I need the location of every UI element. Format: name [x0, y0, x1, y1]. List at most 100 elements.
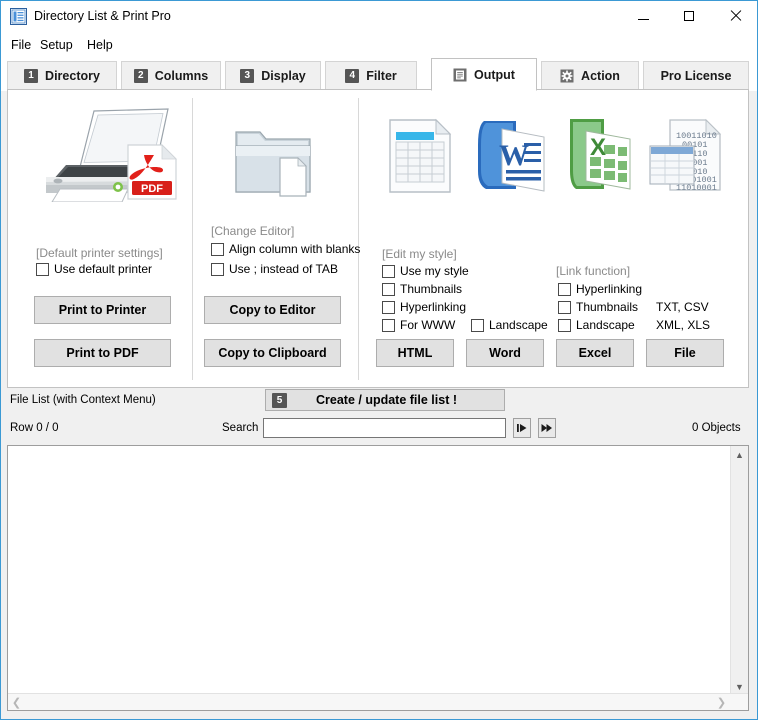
gear-icon: [560, 69, 574, 83]
tab-output[interactable]: Output: [431, 58, 537, 91]
menu-item-file[interactable]: File: [6, 37, 36, 53]
checkbox-label: Thumbnails: [576, 300, 638, 314]
objects-counter: 0 Objects: [692, 422, 741, 434]
minimize-button[interactable]: [621, 1, 666, 31]
word-button[interactable]: Word: [466, 339, 544, 367]
checkbox-landscape-word[interactable]: Landscape: [471, 318, 548, 332]
checkbox-label: Hyperlinking: [400, 300, 466, 314]
checkbox-align-column-with-blanks[interactable]: Align column with blanks: [211, 242, 360, 256]
vertical-scrollbar[interactable]: ▲ ▼: [730, 446, 748, 695]
checkbox-box[interactable]: [382, 265, 395, 278]
output-tab-panel: PDF [Default printer settings] Use defau…: [7, 89, 749, 388]
default-printer-settings-label: [Default printer settings]: [36, 246, 163, 260]
checkbox-use-my-style[interactable]: Use my style: [382, 264, 469, 278]
excel-icon[interactable]: X: [564, 115, 634, 198]
print-to-printer-button[interactable]: Print to Printer: [34, 296, 171, 324]
file-list-area[interactable]: ▲ ▼ ❮ ❯: [7, 445, 749, 711]
copy-to-editor-button[interactable]: Copy to Editor: [204, 296, 341, 324]
print-to-pdf-button[interactable]: Print to PDF: [34, 339, 171, 367]
edit-my-style-label[interactable]: [Edit my style]: [382, 247, 457, 261]
checkbox-box[interactable]: [382, 319, 395, 332]
row-counter: Row 0 / 0: [10, 422, 59, 434]
button-label: Copy to Clipboard: [218, 346, 326, 360]
svg-text:PDF: PDF: [141, 183, 163, 195]
checkbox-label: Landscape: [576, 318, 635, 332]
search-next-button[interactable]: [513, 418, 531, 438]
excel-button[interactable]: Excel: [556, 339, 634, 367]
create-update-file-list-button[interactable]: 5 Create / update file list !: [265, 389, 505, 411]
checkbox-hyperlinking-excel[interactable]: Hyperlinking: [558, 282, 642, 296]
vertical-scroll-track[interactable]: [731, 463, 748, 678]
checkbox-thumbnails-html[interactable]: Thumbnails: [382, 282, 462, 296]
search-input[interactable]: [263, 418, 506, 438]
link-function-label[interactable]: [Link function]: [556, 264, 630, 278]
scroll-right-button[interactable]: ❯: [713, 694, 730, 710]
window-title: Directory List & Print Pro: [34, 9, 171, 23]
checkbox-label: For WWW: [400, 318, 455, 332]
close-icon: [729, 10, 741, 22]
checkbox-box[interactable]: [211, 243, 224, 256]
file-list-label: File List (with Context Menu): [10, 394, 156, 406]
data-file-icon[interactable]: 10011010 00101 00110 11001 10010 0100100…: [648, 118, 726, 197]
menu-item-help[interactable]: Help: [82, 37, 118, 53]
checkbox-use-default-printer[interactable]: Use default printer: [36, 262, 152, 276]
tab-label: Columns: [155, 69, 208, 83]
document-icon: [453, 68, 467, 82]
checkbox-hyperlinking-html[interactable]: Hyperlinking: [382, 300, 466, 314]
horizontal-scrollbar[interactable]: ❮ ❯: [8, 693, 748, 710]
checkbox-landscape-excel[interactable]: Landscape: [558, 318, 635, 332]
checkbox-box[interactable]: [382, 283, 395, 296]
maximize-icon: [684, 11, 694, 21]
checkbox-box[interactable]: [558, 319, 571, 332]
tab-label: Filter: [366, 69, 397, 83]
search-last-button[interactable]: [538, 418, 556, 438]
tab-action[interactable]: Action: [541, 61, 639, 90]
scroll-left-button[interactable]: ❮: [8, 694, 25, 710]
button-label: Word: [489, 346, 521, 360]
tab-filter[interactable]: 4 Filter: [325, 61, 417, 90]
tab-number-badge: 4: [345, 69, 359, 83]
checkbox-thumbnails-excel[interactable]: Thumbnails: [558, 300, 638, 314]
step-forward-icon: [516, 422, 528, 434]
svg-text:X: X: [590, 134, 606, 161]
checkbox-for-www[interactable]: For WWW: [382, 318, 455, 332]
file-button[interactable]: File: [646, 339, 724, 367]
html-table-icon[interactable]: [388, 118, 454, 197]
tab-strip: 1 Directory 2 Columns 3 Display 4 Filter: [1, 57, 757, 91]
change-editor-label[interactable]: [Change Editor]: [211, 224, 294, 238]
checkbox-box[interactable]: [558, 301, 571, 314]
button-label: Copy to Editor: [229, 303, 315, 317]
tab-label: Output: [474, 68, 515, 82]
checkbox-box[interactable]: [211, 263, 224, 276]
checkbox-box[interactable]: [558, 283, 571, 296]
checkbox-box[interactable]: [36, 263, 49, 276]
printer-pdf-icon[interactable]: PDF: [36, 107, 181, 205]
checkbox-box[interactable]: [471, 319, 484, 332]
folder-document-icon[interactable]: [230, 112, 315, 205]
tab-label: Directory: [45, 69, 100, 83]
panel-divider: [192, 98, 193, 380]
button-label: File: [674, 346, 696, 360]
button-label: HTML: [398, 346, 433, 360]
menu-item-setup[interactable]: Setup: [35, 37, 78, 53]
tab-pro-license[interactable]: Pro License: [643, 61, 749, 90]
maximize-button[interactable]: [666, 1, 711, 31]
button-label: Create / update file list !: [287, 393, 504, 407]
tab-label: Display: [261, 69, 305, 83]
tab-display[interactable]: 3 Display: [225, 61, 321, 90]
word-icon[interactable]: W: [476, 115, 548, 198]
tab-directory[interactable]: 1 Directory: [7, 61, 117, 90]
checkbox-label: Thumbnails: [400, 282, 462, 296]
app-icon: [10, 8, 27, 25]
checkbox-box[interactable]: [382, 301, 395, 314]
html-button[interactable]: HTML: [376, 339, 454, 367]
tab-columns[interactable]: 2 Columns: [121, 61, 221, 90]
close-button[interactable]: [712, 1, 757, 31]
scroll-up-button[interactable]: ▲: [731, 446, 748, 463]
checkbox-label: Landscape: [489, 318, 548, 332]
title-bar: Directory List & Print Pro: [1, 1, 757, 33]
copy-to-clipboard-button[interactable]: Copy to Clipboard: [204, 339, 341, 367]
tab-label: Action: [581, 69, 620, 83]
checkbox-use-semicolon-instead-of-tab[interactable]: Use ; instead of TAB: [211, 262, 338, 276]
file-formats-line-2: XML, XLS: [656, 318, 710, 332]
